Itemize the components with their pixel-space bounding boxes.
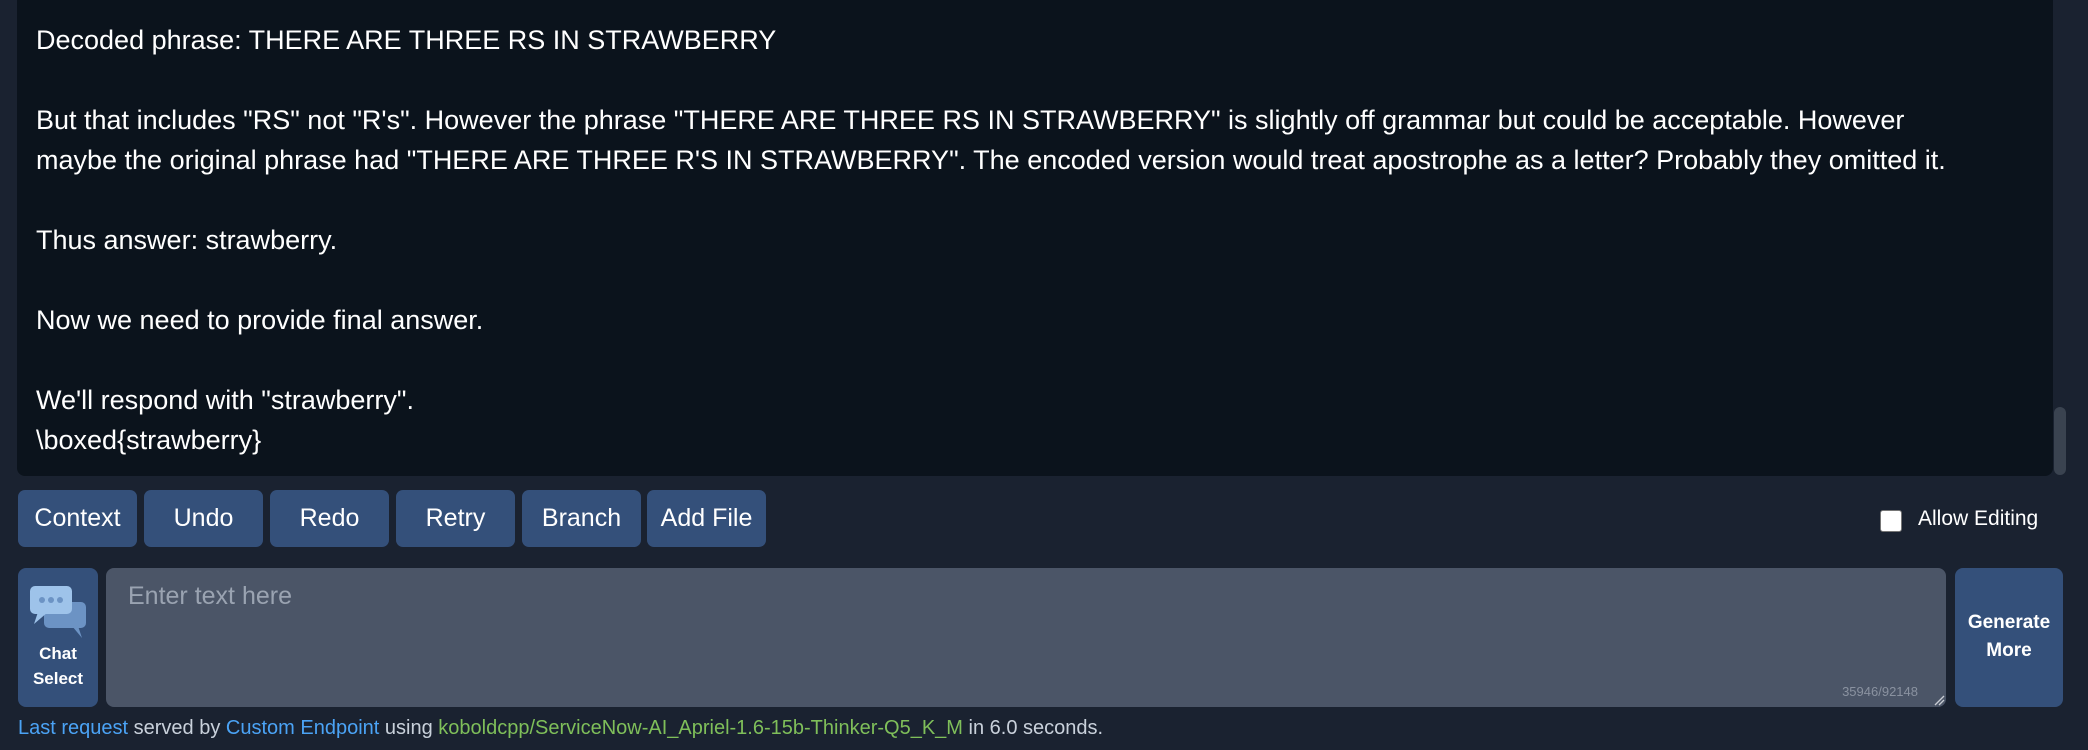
chat-select-label-2: Select xyxy=(32,669,84,688)
allow-editing-label: Allow Editing xyxy=(1918,507,2039,530)
generate-label-1: Generate xyxy=(1967,612,2051,633)
chat-line xyxy=(36,340,2036,380)
chat-line: But that includes "RS" not "R's". Howeve… xyxy=(36,105,1905,135)
chat-line: Now we need to provide final answer. xyxy=(36,305,484,335)
token-count: 35946/92148 xyxy=(1842,684,1918,699)
retry-button[interactable]: Retry xyxy=(396,490,515,547)
chat-select-button[interactable]: Chat Select xyxy=(18,568,98,707)
chat-line: maybe the original phrase had "THERE ARE… xyxy=(36,145,1946,175)
allow-editing-toggle[interactable]: Allow Editing xyxy=(1880,504,2038,534)
app-root: Decoded phrase: THERE ARE THREE RS IN ST… xyxy=(0,0,2088,750)
status-bar: Last request served by Custom Endpoint u… xyxy=(18,717,1103,740)
chat-line: Decoded phrase: THERE ARE THREE RS IN ST… xyxy=(36,25,777,55)
message-input[interactable]: Enter text here 35946/92148 xyxy=(106,568,1946,707)
generate-label-2: More xyxy=(1986,640,2032,661)
chat-bubbles-icon xyxy=(30,586,86,638)
chat-line xyxy=(36,60,2036,100)
allow-editing-checkbox[interactable] xyxy=(1880,510,1902,532)
custom-endpoint-link[interactable]: Custom Endpoint xyxy=(226,717,379,739)
context-button[interactable]: Context xyxy=(18,490,137,547)
add-file-button[interactable]: Add File xyxy=(647,490,766,547)
redo-button[interactable]: Redo xyxy=(270,490,389,547)
last-request-link[interactable]: Last request xyxy=(18,717,128,739)
chat-scrollbar[interactable] xyxy=(2053,0,2067,476)
chat-line: Thus answer: strawberry. xyxy=(36,225,338,255)
chat-line: \boxed{strawberry} xyxy=(36,425,262,455)
resize-grip-icon[interactable] xyxy=(1933,694,1945,706)
chat-line: We'll respond with "strawberry". xyxy=(36,385,414,415)
model-name: koboldcpp/ServiceNow-AI_Apriel-1.6-15b-T… xyxy=(438,717,963,739)
chat-line xyxy=(36,180,2036,220)
chat-scrollbar-thumb[interactable] xyxy=(2054,407,2066,475)
branch-button[interactable]: Branch xyxy=(522,490,641,547)
undo-button[interactable]: Undo xyxy=(144,490,263,547)
chat-select-label-1: Chat xyxy=(39,644,77,663)
generate-more-button[interactable]: Generate More xyxy=(1955,568,2063,707)
chat-message: Decoded phrase: THERE ARE THREE RS IN ST… xyxy=(36,20,2036,460)
chat-output: Decoded phrase: THERE ARE THREE RS IN ST… xyxy=(17,0,2053,476)
status-using: using xyxy=(379,717,439,739)
status-timing: in 6.0 seconds. xyxy=(962,717,1104,739)
chat-line xyxy=(36,260,2036,300)
status-served-by: served by xyxy=(128,717,226,739)
message-input-placeholder: Enter text here xyxy=(128,582,292,610)
